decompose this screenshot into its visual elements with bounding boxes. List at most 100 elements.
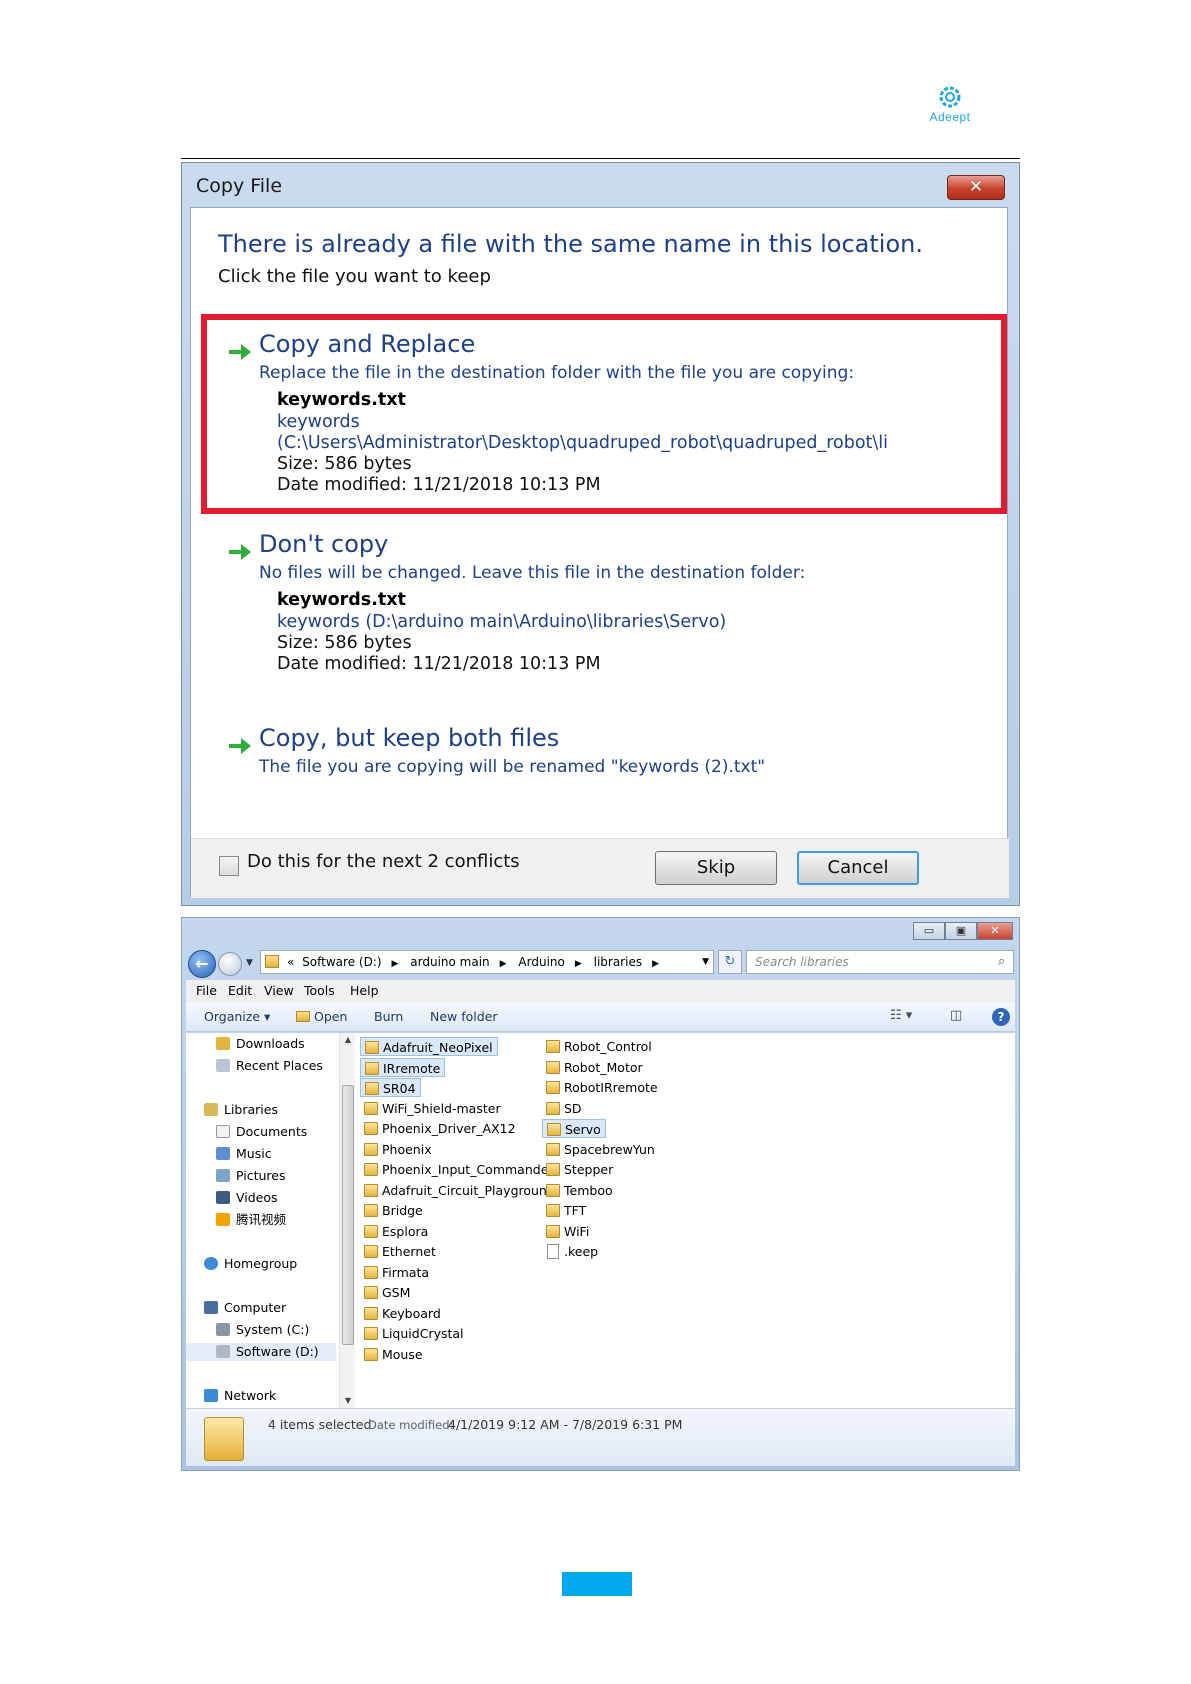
forward-button[interactable] [218,952,242,976]
folder-item[interactable]: Ethernet [360,1242,440,1261]
folder-item[interactable]: Servo [542,1119,606,1138]
cancel-button[interactable]: Cancel [797,851,919,885]
option-copy-and-replace[interactable]: Copy and Replace Replace the file in the… [191,330,1009,500]
nav-label: Documents [236,1124,308,1139]
menu-edit[interactable]: Edit [228,983,252,998]
folder-item[interactable]: Esplora [360,1222,432,1241]
menu-tools[interactable]: Tools [304,983,335,998]
folder-item[interactable]: Bridge [360,1201,427,1220]
folder-item[interactable]: Keyboard [360,1304,445,1323]
address-dropdown[interactable]: ▼ [702,951,709,973]
nav-tencent-video[interactable]: 腾讯视频 [216,1211,286,1229]
folder-item[interactable]: Robot_Motor [542,1058,647,1077]
conflicts-checkbox-label[interactable]: Do this for the next 2 conflicts [247,851,520,872]
folder-icon [364,1265,378,1279]
conflict-instruction: Click the file you want to keep [218,266,491,287]
back-button[interactable]: ← [188,950,216,978]
menu-view[interactable]: View [264,983,294,998]
breadcrumb-item[interactable]: Software (D:) [302,955,381,969]
nav-videos[interactable]: Videos [216,1189,278,1207]
breadcrumb-item[interactable]: arduino main [410,955,489,969]
nav-libraries[interactable]: Libraries [204,1101,278,1119]
search-icon[interactable]: ⌕ [998,954,1009,969]
folder-item[interactable]: SD [542,1099,586,1118]
preview-pane-icon[interactable]: ◫ [950,1008,962,1023]
folder-item[interactable]: WiFi_Shield-master [360,1099,505,1118]
conflicts-checkbox[interactable] [219,856,239,876]
folder-item[interactable]: Firmata [360,1263,433,1282]
folder-item[interactable]: TFT [542,1201,590,1220]
nav-scrollbar[interactable]: ▲ ▼ [339,1033,355,1408]
menu-file[interactable]: File [196,983,217,998]
nav-music[interactable]: Music [216,1145,272,1163]
nav-system-c[interactable]: System (C:) [216,1321,309,1339]
option-dont-copy[interactable]: Don't copy No files will be changed. Lea… [191,530,1009,680]
file-link[interactable]: keywords [277,412,360,432]
breadcrumb-item[interactable]: libraries [594,955,642,969]
maximize-button[interactable]: ▣ [945,922,977,940]
open-button[interactable]: Open [296,1009,347,1024]
nav-label: System (C:) [236,1322,310,1337]
refresh-icon[interactable]: ↻ [718,950,742,974]
file-path[interactable]: (C:\Users\Administrator\Desktop\quadrupe… [277,433,888,453]
scroll-thumb[interactable] [342,1085,354,1345]
burn-button[interactable]: Burn [374,1009,403,1024]
folder-item[interactable]: SR04 [360,1078,421,1097]
folder-item[interactable]: Stepper [542,1160,617,1179]
folder-item[interactable]: Phoenix_Driver_AX12 [360,1119,520,1138]
menu-help[interactable]: Help [350,983,379,998]
folder-item[interactable]: LiquidCrystal [360,1324,468,1343]
folder-icon [364,1101,378,1115]
option-keep-both[interactable]: Copy, but keep both files The file you a… [191,724,1009,784]
chevron-right-icon[interactable]: ▶ [652,959,659,969]
folder-item[interactable]: Mouse [360,1345,427,1364]
folder-icon [364,1204,378,1217]
scroll-down-arrow-icon[interactable]: ▼ [340,1394,356,1408]
close-button[interactable]: ✕ [947,175,1005,200]
nav-network[interactable]: Network [204,1387,276,1405]
folder-item[interactable]: Adafruit_NeoPixel [360,1037,498,1056]
skip-button[interactable]: Skip [655,851,777,885]
nav-downloads[interactable]: Downloads [216,1035,305,1053]
nav-documents[interactable]: Documents [216,1123,307,1141]
folder-item[interactable]: WiFi [542,1222,593,1241]
folder-item[interactable]: Phoenix_Input_Commander [360,1160,558,1179]
chevron-right-icon[interactable]: ▶ [500,959,507,969]
nav-computer[interactable]: Computer [204,1299,286,1317]
folder-item[interactable]: Phoenix [360,1140,436,1159]
folder-item[interactable]: RobotIRremote [542,1078,662,1097]
file-link[interactable]: keywords (D:\arduino main\Arduino\librar… [277,612,726,632]
minimize-button[interactable]: ▭ [913,922,945,940]
view-options-icon[interactable]: ☷ ▾ [890,1008,912,1023]
nav-pictures[interactable]: Pictures [216,1167,286,1185]
nav-recent-places[interactable]: Recent Places [216,1057,323,1075]
nav-label: Software (D:) [236,1344,319,1359]
help-icon[interactable]: ? [992,1008,1010,1026]
folder-item[interactable]: Adafruit_Circuit_Playground [360,1181,559,1200]
organize-button[interactable]: Organize ▾ [204,1009,270,1024]
folder-item[interactable]: GSM [360,1283,414,1302]
dialog-footer: Do this for the next 2 conflicts Skip Ca… [191,838,1009,898]
scroll-up-arrow-icon[interactable]: ▲ [340,1033,356,1047]
window-close-button[interactable]: ✕ [977,922,1013,940]
network-icon [204,1389,218,1402]
breadcrumb-item[interactable]: Arduino [518,955,564,969]
item-name: Robot_Control [564,1039,652,1054]
folder-item[interactable]: IRremote [360,1057,446,1077]
logo-gear-icon [939,86,961,108]
address-bar[interactable]: « Software (D:) ▶ arduino main ▶ Arduino ▶ … [260,950,714,974]
recent-pages-dropdown[interactable]: ▼ [246,958,253,968]
item-name: RobotIRremote [564,1080,658,1095]
search-input[interactable]: Search libraries [746,950,1014,974]
folder-item[interactable]: SpacebrewYun [542,1140,659,1159]
folder-item[interactable]: Temboo [542,1181,617,1200]
nav-homegroup[interactable]: Homegroup [204,1255,297,1273]
folder-icon [364,1327,378,1340]
new-folder-button[interactable]: New folder [430,1009,498,1024]
chevron-right-icon[interactable]: ▶ [392,959,399,969]
folder-item[interactable]: Robot_Control [542,1037,656,1056]
breadcrumb-overflow[interactable]: « [287,955,294,969]
nav-software-d[interactable]: Software (D:) [186,1343,336,1361]
file-item[interactable]: .keep [542,1242,602,1261]
chevron-right-icon[interactable]: ▶ [575,959,582,969]
